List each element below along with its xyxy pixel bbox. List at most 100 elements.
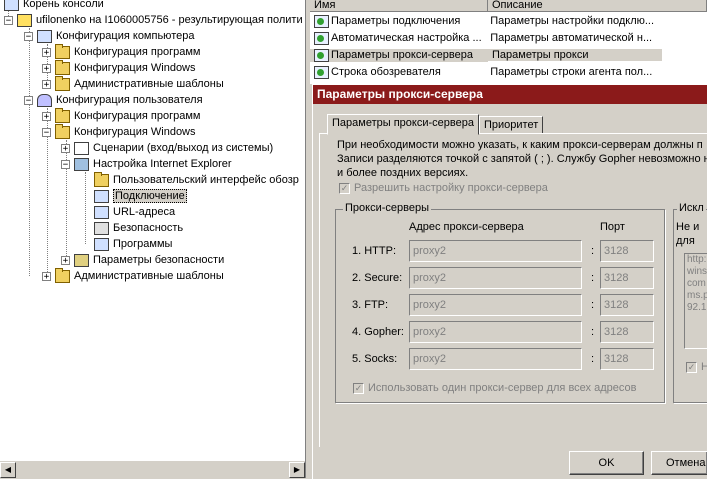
exceptions-textarea[interactable]: http: wins com ms.p 92.1: [684, 253, 707, 349]
exceptions-entry: http:: [687, 254, 707, 265]
exceptions-entry: 92.1: [687, 302, 707, 313]
tree-horizontal-scrollbar[interactable]: ◀ ▶: [0, 460, 305, 479]
tree-item-software-settings[interactable]: + Конфигурация программ: [42, 43, 200, 60]
tree-item-label: Корень консоли: [23, 0, 104, 10]
plus-toggle-icon[interactable]: +: [42, 79, 51, 89]
tree-item-browser-ui[interactable]: Пользовательский интерфейс обозр: [94, 171, 299, 188]
list-item[interactable]: Автоматическая настройка ... Параметры а…: [310, 30, 707, 46]
folder-icon: [55, 267, 70, 283]
folder-icon: [55, 107, 70, 123]
computer-icon: [37, 29, 52, 43]
tree-item-user-config[interactable]: − Конфигурация пользователя: [24, 92, 203, 108]
plus-toggle-icon[interactable]: +: [42, 47, 51, 57]
rsop-icon: [17, 13, 32, 27]
gopher-port-input[interactable]: 3128: [600, 321, 654, 343]
checkbox-label: Н: [701, 361, 707, 373]
policy-icon: [314, 48, 329, 62]
http-port-input[interactable]: 3128: [600, 240, 654, 262]
tree-item-computer-config[interactable]: − Конфигурация компьютера: [24, 28, 194, 44]
tree-item-connection[interactable]: Подключение: [94, 188, 187, 204]
proxy-label: 5. Socks:: [352, 353, 398, 365]
minus-toggle-icon[interactable]: −: [24, 31, 33, 41]
exceptions-entry: ms.p: [687, 290, 707, 301]
colon-separator: :: [591, 326, 595, 338]
plus-toggle-icon[interactable]: +: [42, 63, 51, 73]
tree-item-user-windows-settings[interactable]: − Конфигурация Windows: [42, 123, 196, 140]
minus-toggle-icon[interactable]: −: [4, 15, 13, 25]
tree-item-windows-settings[interactable]: + Конфигурация Windows: [42, 59, 196, 76]
user-icon: [37, 93, 52, 107]
tree-item-label: Конфигурация Windows: [74, 62, 196, 74]
tree-item-console-root[interactable]: Корень консоли: [4, 0, 104, 12]
proxy-label: 4. Gopher:: [352, 326, 404, 338]
column-header-name[interactable]: Имя: [310, 0, 488, 12]
secure-port-input[interactable]: 3128: [600, 267, 654, 289]
policy-list[interactable]: Имя Описание Параметры подключения Парам…: [310, 0, 707, 84]
security-settings-icon: [74, 253, 89, 267]
plus-toggle-icon[interactable]: +: [61, 255, 70, 265]
tree-item-ie-maintenance[interactable]: − Настройка Internet Explorer: [61, 156, 232, 172]
http-address-input[interactable]: proxy2: [409, 240, 582, 262]
tree-line: [29, 28, 30, 276]
tree-item-label: Пользовательский интерфейс обозр: [113, 174, 299, 186]
allow-proxy-setting-checkbox[interactable]: ✓ Разрешить настройку прокси-сервера: [339, 182, 548, 194]
plus-toggle-icon[interactable]: +: [42, 111, 51, 121]
exceptions-local-checkbox[interactable]: ✓ Н: [686, 361, 707, 373]
secure-address-input[interactable]: proxy2: [409, 267, 582, 289]
list-item[interactable]: Параметры прокси-сервера Параметры прокс…: [310, 47, 707, 63]
tree-item-admin-templates[interactable]: + Административные шаблоны: [42, 75, 224, 92]
list-item[interactable]: Параметры подключения Параметры настройк…: [310, 13, 707, 29]
ftp-port-input[interactable]: 3128: [600, 294, 654, 316]
scroll-left-icon[interactable]: ◀: [0, 462, 16, 478]
tree-item-user-software-settings[interactable]: + Конфигурация программ: [42, 107, 200, 124]
column-header-description[interactable]: Описание: [488, 0, 707, 12]
ie-settings-icon: [74, 157, 89, 171]
exceptions-entry: com: [687, 278, 706, 289]
list-item-description: Параметры настройки подклю...: [490, 15, 655, 27]
proxy-label: 2. Secure:: [352, 272, 403, 284]
dialog-title[interactable]: Параметры прокси-сервера: [313, 85, 707, 104]
list-item[interactable]: Строка обозревателя Параметры строки аге…: [310, 64, 707, 80]
ok-button[interactable]: OK: [569, 451, 644, 475]
ftp-address-input[interactable]: proxy2: [409, 294, 582, 316]
proxy-label: 3. FTP:: [352, 299, 389, 311]
tree-item-scripts[interactable]: + Сценарии (вход/выход из системы): [61, 140, 273, 156]
tree-item-label: Программы: [113, 238, 173, 250]
plus-toggle-icon[interactable]: +: [42, 271, 51, 281]
minus-toggle-icon[interactable]: −: [61, 159, 70, 169]
gopher-address-input[interactable]: proxy2: [409, 321, 582, 343]
checkbox-icon: ✓: [353, 382, 364, 394]
plus-toggle-icon[interactable]: +: [61, 143, 70, 153]
tree-item-label: Подключение: [113, 189, 187, 203]
exceptions-hint: Не и: [676, 221, 700, 233]
console-root-icon: [4, 0, 19, 11]
socks-port-input[interactable]: 3128: [600, 348, 654, 370]
programs-icon: [94, 237, 109, 251]
tree-item-security[interactable]: Безопасность: [94, 220, 183, 236]
group-label: Искл: [677, 202, 706, 214]
proxy-label: 1. HTTP:: [352, 245, 397, 257]
tab-proxy-settings[interactable]: Параметры прокси-сервера: [327, 114, 479, 135]
tree-item-security-settings[interactable]: + Параметры безопасности: [61, 252, 224, 268]
description-line: При необходимости можно указать, к каким…: [337, 139, 703, 151]
tree-item-urls[interactable]: URL-адреса: [94, 204, 175, 220]
checkbox-label: Разрешить настройку прокси-сервера: [354, 182, 548, 194]
list-item-name: Автоматическая настройка ...: [331, 32, 482, 44]
tree-item-label: Административные шаблоны: [74, 270, 224, 282]
tab-priority[interactable]: Приоритет: [479, 116, 544, 134]
tree-item-user-admin-templates[interactable]: + Административные шаблоны: [42, 267, 224, 284]
checkbox-label: Использовать один прокси-сервер для всех…: [368, 382, 637, 394]
tree-item-label: Безопасность: [113, 222, 184, 234]
cancel-button[interactable]: Отмена: [651, 451, 707, 475]
tree-item-rsop-root[interactable]: − ufilonenko на I1060005756 - результиру…: [4, 12, 303, 28]
socks-address-input[interactable]: proxy2: [409, 348, 582, 370]
same-proxy-checkbox[interactable]: ✓ Использовать один прокси-сервер для вс…: [353, 382, 636, 394]
tree-item-programs[interactable]: Программы: [94, 236, 172, 252]
folder-icon: [55, 59, 70, 75]
checkbox-icon: ✓: [686, 361, 697, 373]
group-label: Прокси-серверы: [343, 202, 431, 214]
minus-toggle-icon[interactable]: −: [24, 95, 33, 105]
scroll-right-icon[interactable]: ▶: [289, 462, 305, 478]
minus-toggle-icon[interactable]: −: [42, 127, 51, 137]
console-tree[interactable]: Корень консоли − ufilonenko на I10600057…: [0, 0, 305, 460]
